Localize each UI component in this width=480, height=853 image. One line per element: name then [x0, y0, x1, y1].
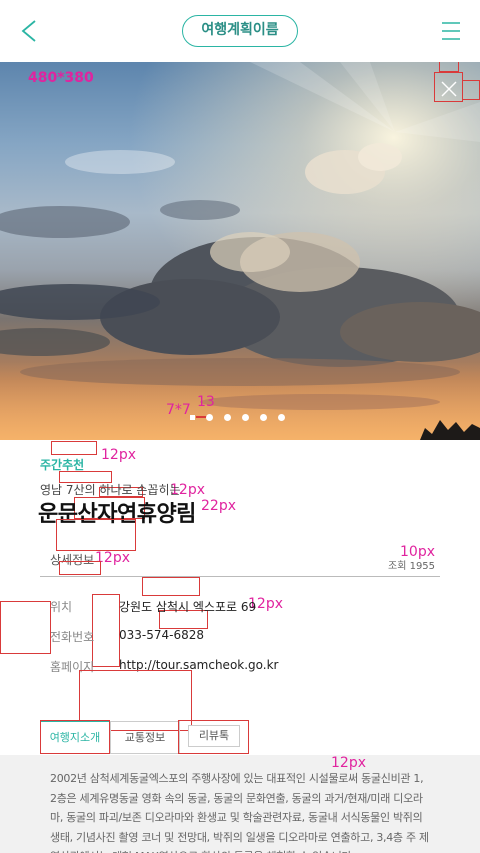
slide-dot[interactable] [278, 414, 285, 421]
sky-clouds-photo [0, 62, 480, 440]
slide-indicator [190, 414, 285, 421]
place-description: 2002년 삼척세계동굴엑스포의 주행사장에 있는 대표적인 시설물로써 동굴신… [50, 772, 429, 853]
top-header: 여행계획이름 [0, 0, 480, 62]
homepage-link[interactable]: http://tour.samcheok.go.kr [119, 658, 279, 672]
tab-transport-info[interactable]: 교통정보 [110, 721, 180, 754]
weekly-recommend-label: 주간추천 [40, 458, 85, 472]
detail-tabs: 여행지소개 교통정보 리뷰톡 [40, 721, 240, 754]
hamburger-menu-icon [442, 22, 460, 40]
spacing-annotation: 22px [201, 498, 236, 514]
slide-dot[interactable] [224, 414, 231, 421]
close-button[interactable] [436, 76, 462, 102]
back-button[interactable] [14, 16, 44, 46]
chevron-left-icon [21, 20, 36, 42]
tab-travel-intro[interactable]: 여행지소개 [40, 721, 110, 754]
annotation-box [142, 577, 200, 596]
hero-size-note: 480*380 [28, 70, 94, 86]
view-count: 조회 1955 [388, 561, 436, 572]
annotation-box [0, 601, 51, 654]
location-label: 위치 [50, 600, 73, 614]
annotation-box [51, 441, 97, 455]
hero-image: 480*380 7*7 13 [0, 62, 480, 440]
annotation-box [92, 594, 120, 667]
slide-dot[interactable] [260, 414, 267, 421]
homepage-label: 홈페이지 [50, 660, 95, 674]
menu-button[interactable] [440, 20, 462, 42]
tab-review-talk[interactable]: 리뷰톡 [188, 725, 240, 747]
section-divider [40, 576, 440, 577]
trip-plan-title-button[interactable]: 여행계획이름 [182, 15, 298, 47]
detail-info-label: 상세정보 [50, 553, 95, 567]
dot-gap-note: 13 [197, 394, 215, 410]
slide-dot[interactable] [190, 415, 195, 420]
place-name: 운문산자연휴양림 [38, 502, 196, 527]
slide-dot[interactable] [206, 414, 213, 421]
phone-value[interactable]: 033-574-6828 [119, 628, 204, 642]
phone-label: 전화번호 [50, 630, 95, 644]
slide-dot[interactable] [242, 414, 249, 421]
close-x-icon [441, 81, 457, 97]
spacing-annotation: 12px [101, 447, 136, 463]
spacing-annotation: 12px [95, 550, 130, 566]
location-value: 강원도 삼척시 엑스포로 69 [119, 600, 257, 614]
dot-size-note: 7*7 [166, 402, 191, 418]
